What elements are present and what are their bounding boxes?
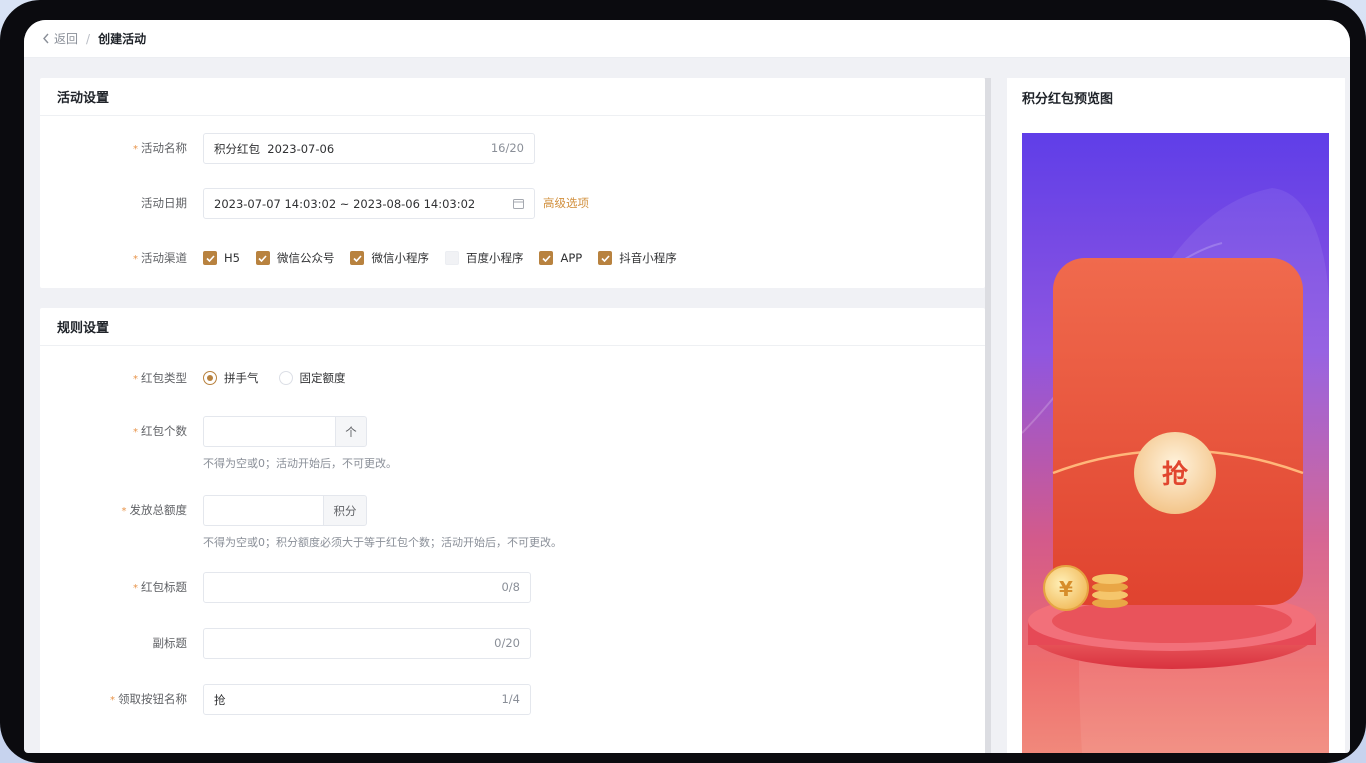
channel-checkbox[interactable]: 百度小程序 (444, 250, 524, 266)
channel-label: 微信小程序 (371, 251, 429, 265)
date-range-picker[interactable]: 2023-07-07 14:03:02 ~ 2023-08-06 14:03:0… (203, 188, 535, 219)
channel-label: APP (560, 251, 583, 265)
envelope-title-counter: 0/8 (501, 580, 520, 594)
envelope-title-input[interactable]: 0/8 (203, 572, 531, 603)
total-amount-row: * 发放总额度 积分 不得为空或0；积分额度必须大于等于红包个数；活动开始后，不可… (40, 495, 985, 550)
total-amount-label: 发放总额度 (129, 503, 188, 517)
radio-label: 固定额度 (299, 371, 346, 385)
envelope-title-label: 红包标题 (141, 580, 187, 594)
required-mark: * (133, 144, 138, 155)
channel-label: 抖音小程序 (619, 251, 677, 265)
activity-settings-card: 活动设置 * 活动名称 积分红包 2023-07-06 16/20 活动日期 20… (40, 78, 985, 288)
button-name-input[interactable]: 抢 1/4 (203, 684, 531, 715)
required-mark: * (133, 583, 138, 594)
checkbox-checked-icon (539, 251, 554, 265)
required-mark: * (133, 374, 138, 385)
channel-checkbox[interactable]: H5 (203, 251, 240, 265)
calendar-icon (513, 199, 524, 209)
channel-checkbox[interactable]: APP (539, 251, 582, 265)
date-range-value: 2023-07-07 14:03:02 ~ 2023-08-06 14:03:0… (214, 196, 476, 211)
required-mark: * (110, 695, 115, 706)
envelope-type-label: 红包类型 (141, 371, 187, 385)
activity-name-label: 活动名称 (141, 141, 187, 155)
app-screen: 返回 / 创建活动 活动设置 * 活动名称 积分红包 2023-07-06 16/… (24, 20, 1350, 753)
breadcrumb: 返回 / 创建活动 (24, 20, 1350, 58)
checkbox-checked-icon (598, 251, 613, 265)
button-name-value: 抢 (214, 692, 226, 707)
radio-fixed[interactable]: 固定额度 (278, 370, 346, 386)
checkbox-checked-icon (255, 251, 270, 265)
required-mark: * (133, 254, 138, 265)
total-amount-unit: 积分 (323, 495, 367, 526)
activity-date-label: 活动日期 (141, 196, 187, 210)
channel-checkbox[interactable]: 抖音小程序 (598, 250, 677, 266)
required-mark: * (133, 427, 138, 438)
device-frame: 返回 / 创建活动 活动设置 * 活动名称 积分红包 2023-07-06 16/… (0, 0, 1366, 763)
checkbox-checked-icon (350, 251, 365, 265)
subtitle-counter: 0/20 (494, 636, 520, 650)
button-name-label: 领取按钮名称 (118, 692, 187, 706)
page-title: 创建活动 (98, 32, 147, 46)
channel-checkbox[interactable]: 微信公众号 (255, 250, 335, 266)
grab-button-char[interactable]: 抢 (1162, 459, 1189, 490)
button-name-counter: 1/4 (501, 692, 520, 706)
button-name-row: * 领取按钮名称 抢 1/4 (40, 684, 985, 716)
activity-name-counter: 16/20 (490, 141, 524, 155)
rule-settings-card: 规则设置 * 红包类型 拼手气 固定额度 * 红包个数 个 不得为空或0；活动开… (40, 308, 985, 753)
activity-name-row: * 活动名称 积分红包 2023-07-06 16/20 (40, 133, 985, 165)
section-title: 活动设置 (40, 78, 985, 116)
activity-channel-label: 活动渠道 (141, 251, 187, 265)
advanced-options-link[interactable]: 高级选项 (543, 188, 589, 218)
red-envelope-preview: 抢 ¥ (1022, 133, 1329, 753)
checkbox-unchecked-icon (444, 251, 459, 265)
channel-label: 微信公众号 (276, 251, 335, 265)
envelope-count-hint: 不得为空或0；活动开始后，不可更改。 (203, 457, 397, 470)
panel-divider[interactable] (985, 78, 991, 753)
envelope-title-row: * 红包标题 0/8 (40, 572, 985, 604)
back-label: 返回 (54, 32, 79, 46)
preview-title: 积分红包预览图 (1022, 91, 1114, 107)
main-form: 活动设置 * 活动名称 积分红包 2023-07-06 16/20 活动日期 20… (40, 78, 985, 753)
back-link[interactable]: 返回 (42, 30, 78, 47)
activity-name-input[interactable]: 积分红包 2023-07-06 16/20 (203, 133, 535, 164)
total-amount-hint: 不得为空或0；积分额度必须大于等于红包个数；活动开始后，不可更改。 (203, 536, 562, 549)
activity-channel-row: * 活动渠道 H5 微信公众号 微信小程序 百度小程序 APP 抖音小程序 (40, 243, 985, 275)
activity-date-row: 活动日期 2023-07-07 14:03:02 ~ 2023-08-06 14… (40, 188, 985, 219)
envelope-count-unit: 个 (335, 416, 367, 447)
required-mark: * (121, 506, 127, 517)
envelope-count-input[interactable] (203, 416, 335, 447)
channel-checkbox[interactable]: 微信小程序 (350, 250, 429, 266)
envelope-count-row: * 红包个数 个 不得为空或0；活动开始后，不可更改。 (40, 416, 985, 471)
subtitle-input[interactable]: 0/20 (203, 628, 531, 659)
radio-dot (278, 371, 293, 385)
checkbox-checked-icon (203, 251, 217, 265)
breadcrumb-separator: / (86, 31, 91, 46)
channel-label: 百度小程序 (465, 251, 524, 265)
envelope-type-row: * 红包类型 拼手气 固定额度 (40, 363, 985, 395)
coin-symbol: ¥ (1059, 577, 1073, 601)
radio-label: 拼手气 (224, 371, 259, 385)
subtitle-label: 副标题 (152, 636, 188, 650)
channel-checkbox-group: H5 微信公众号 微信小程序 百度小程序 APP 抖音小程序 (203, 243, 693, 273)
total-amount-input[interactable] (203, 495, 323, 526)
channel-label: H5 (224, 251, 240, 265)
subtitle-row: 副标题 0/20 (40, 628, 985, 659)
chevron-left-icon (43, 33, 49, 44)
radio-dot (203, 371, 217, 385)
radio-lucky[interactable]: 拼手气 (203, 370, 259, 386)
envelope-count-label: 红包个数 (141, 424, 187, 438)
envelope-illustration: 抢 ¥ (1022, 188, 1329, 753)
activity-name-value: 积分红包 2023-07-06 (214, 141, 335, 156)
envelope-type-radio-group: 拼手气 固定额度 (203, 363, 366, 393)
preview-panel: 积分红包预览图 抢 ¥ (1007, 78, 1345, 753)
section-title: 规则设置 (40, 308, 985, 346)
